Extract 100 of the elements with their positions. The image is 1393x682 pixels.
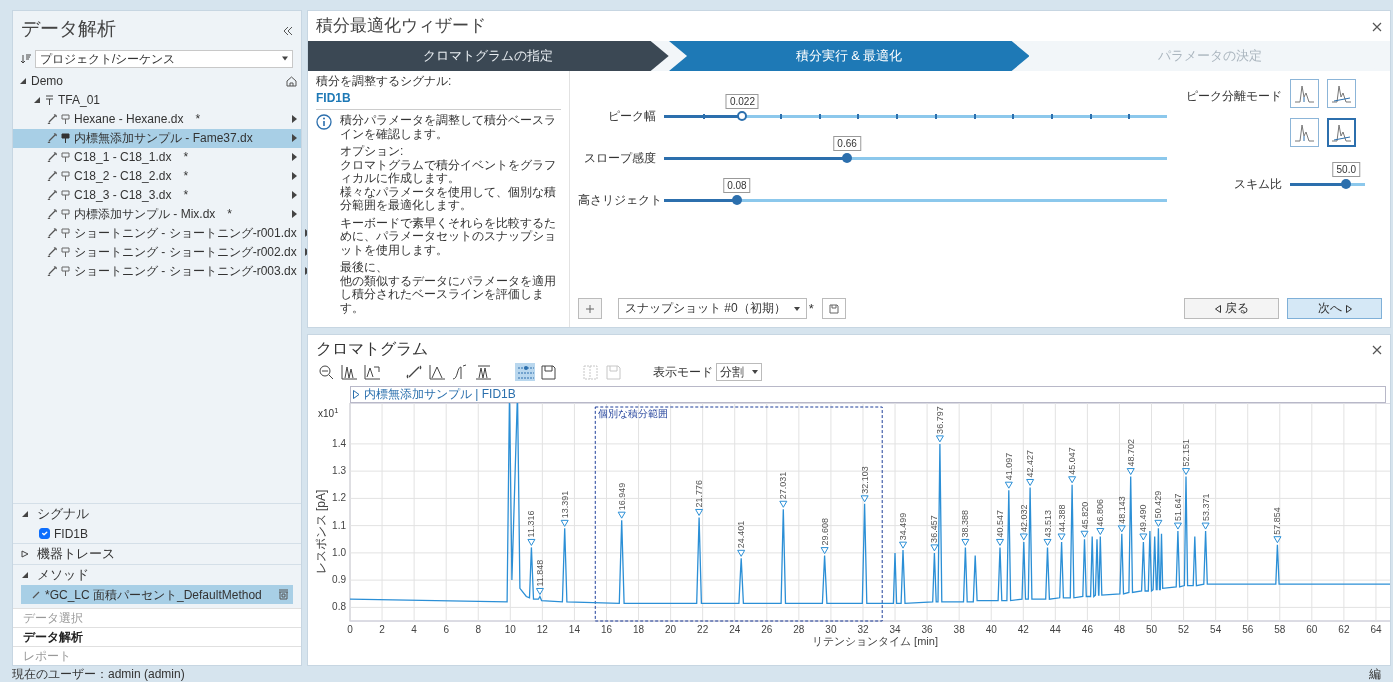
link-icon bbox=[47, 228, 57, 238]
expanded-triangle-icon[interactable] bbox=[19, 77, 27, 85]
slider-thumb[interactable] bbox=[731, 194, 742, 205]
value-label: 0.08 bbox=[723, 177, 751, 193]
tick-label: 0 bbox=[347, 624, 353, 635]
file-icon bbox=[61, 133, 70, 143]
method-icon bbox=[278, 589, 289, 600]
tree-item[interactable]: C18_2 - C18_2.dx * bbox=[13, 166, 301, 186]
tick-label: 8 bbox=[475, 624, 482, 635]
tree-item[interactable]: C18_1 - C18_1.dx * bbox=[13, 147, 301, 167]
file-icon bbox=[61, 247, 70, 257]
tick-label: 34 bbox=[889, 624, 901, 635]
peak-marker-icon bbox=[1173, 522, 1182, 530]
expanded-triangle-icon[interactable] bbox=[21, 571, 29, 579]
expanded-triangle-icon[interactable] bbox=[33, 96, 41, 104]
tick-label: 54 bbox=[1210, 624, 1222, 635]
tick-label: 1.0 bbox=[332, 546, 346, 558]
peak-marker-icon bbox=[695, 508, 704, 516]
method-item[interactable]: *GC_LC 面積パーセント_DefaultMethod bbox=[21, 585, 293, 604]
toolbar-button[interactable] bbox=[427, 363, 447, 381]
axis-title: リテンションタイム [min] bbox=[812, 635, 938, 647]
back-button[interactable]: 戻る bbox=[1184, 298, 1279, 319]
mode-button[interactable] bbox=[1327, 118, 1356, 147]
peak-marker-icon bbox=[1068, 476, 1077, 484]
peak-marker-icon bbox=[1080, 530, 1089, 538]
slider-thumb[interactable] bbox=[842, 152, 853, 163]
peak-label: 38.388 bbox=[960, 509, 971, 538]
mode-button[interactable] bbox=[1290, 79, 1319, 108]
project-selector[interactable]: プロジェクト/シーケンス bbox=[35, 49, 293, 68]
info-icon bbox=[316, 114, 332, 130]
info-text: クロマトグラムで積分イベントをグラフィカルに作成します。 bbox=[340, 158, 557, 186]
tree-item[interactable]: C18_3 - C18_3.dx * bbox=[13, 185, 301, 205]
mode-button[interactable] bbox=[1327, 79, 1356, 108]
peak-marker-icon bbox=[617, 511, 626, 519]
tick-label: 1.3 bbox=[332, 465, 346, 477]
wizard-step[interactable]: クロマトグラムの指定 bbox=[308, 41, 669, 71]
chart-tag-icon bbox=[353, 390, 360, 399]
toolbar-button[interactable] bbox=[473, 363, 493, 381]
tick-label: 12 bbox=[536, 624, 548, 635]
tick-label: 1.1 bbox=[332, 519, 346, 531]
peak-label: 46.806 bbox=[1095, 499, 1106, 527]
axis-title: レスポンス [pA] bbox=[314, 489, 328, 575]
unsaved-label: * bbox=[808, 299, 814, 318]
toolbar-button[interactable] bbox=[538, 363, 558, 381]
wizard-step[interactable]: 積分実行 & 最適化 bbox=[668, 41, 1030, 71]
signal-name: FID1B bbox=[316, 91, 352, 105]
save-icon bbox=[604, 363, 622, 381]
field-label: 積分を調整するシグナル: bbox=[316, 75, 453, 89]
peak-marker-icon bbox=[779, 500, 788, 508]
tick-label: 46 bbox=[1081, 624, 1093, 635]
peak-label: 52.151 bbox=[1181, 439, 1191, 467]
peak-label: 11.848 bbox=[534, 559, 545, 587]
tick-label: 10 bbox=[504, 624, 516, 635]
right-arrow-icon bbox=[292, 115, 297, 123]
right-arrow-icon bbox=[292, 153, 297, 161]
peak-marker-icon bbox=[996, 538, 1004, 546]
nav-item[interactable]: データ解析 bbox=[13, 627, 301, 646]
toolbar-button[interactable] bbox=[404, 363, 424, 381]
file-icon bbox=[61, 190, 70, 200]
tick-label: 30 bbox=[825, 624, 837, 635]
tick-label: 64 bbox=[1370, 624, 1382, 635]
zoom-icon bbox=[317, 363, 335, 381]
toolbar-button[interactable] bbox=[362, 363, 382, 381]
tree-item[interactable]: 内標無添加サンプル - Fame37.dx bbox=[13, 128, 301, 148]
tick-label: 14 bbox=[568, 624, 580, 635]
peak-marker-icon bbox=[930, 544, 939, 552]
peak-shape-icon bbox=[1294, 83, 1315, 104]
display-mode-select[interactable]: 分割 bbox=[716, 363, 762, 381]
checkbox[interactable] bbox=[39, 528, 50, 539]
peak-label: 49.490 bbox=[1138, 504, 1149, 532]
slider-thumb[interactable] bbox=[1341, 178, 1352, 189]
link-icon bbox=[47, 209, 57, 219]
toolbar-button[interactable] bbox=[316, 363, 336, 381]
tick-label: 0.8 bbox=[332, 601, 346, 613]
tree-item[interactable]: Demo bbox=[13, 71, 301, 91]
panel-title: クロマトグラム bbox=[316, 339, 428, 359]
expanded-triangle-icon[interactable] bbox=[21, 510, 29, 518]
tree-item[interactable]: 内標添加サンプル - Mix.dx * bbox=[13, 204, 301, 224]
tree-item[interactable]: TFA_01 bbox=[13, 90, 301, 110]
tick-label: 36 bbox=[921, 624, 933, 635]
tree-item[interactable]: Hexane - Hexane.dx * bbox=[13, 109, 301, 129]
grid-icon bbox=[581, 363, 599, 381]
peak-marker-icon bbox=[535, 588, 544, 595]
collapsed-triangle-icon[interactable] bbox=[21, 550, 29, 558]
snapshot-dropdown[interactable]: スナップショット #0（初期） bbox=[618, 298, 807, 319]
link-icon bbox=[47, 190, 57, 200]
peak-label: 57.854 bbox=[1272, 507, 1283, 535]
file-icon bbox=[61, 266, 70, 276]
peak-label: 11.316 bbox=[526, 510, 537, 538]
peak-marker-icon bbox=[1004, 481, 1013, 489]
toolbar-button[interactable] bbox=[339, 363, 359, 381]
link-icon bbox=[47, 247, 57, 257]
peak-label: 36.457 bbox=[929, 515, 940, 543]
tick-label: 18 bbox=[633, 624, 645, 635]
dropdown-caret-icon bbox=[282, 56, 288, 61]
next-button[interactable]: 次へ bbox=[1287, 298, 1382, 319]
mode-button[interactable] bbox=[1290, 118, 1319, 147]
peak-label: 36.797 bbox=[934, 406, 945, 434]
section-header[interactable]: 機器トレース bbox=[13, 543, 301, 564]
section-header[interactable]: シグナル bbox=[13, 503, 301, 524]
